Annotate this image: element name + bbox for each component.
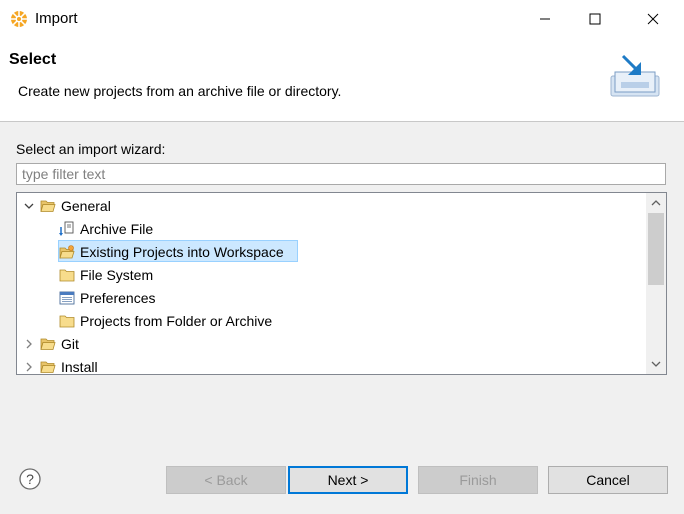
window-title: Import	[35, 10, 78, 27]
tree-item-file-system[interactable]: File System	[80, 264, 153, 286]
tree-item-projects-from-folder[interactable]: Projects from Folder or Archive	[80, 310, 272, 332]
tree-item-preferences[interactable]: Preferences	[80, 287, 155, 309]
wizard-banner: Select Create new projects from an archi…	[0, 38, 684, 122]
cancel-button[interactable]: Cancel	[548, 466, 668, 494]
page-title: Select	[9, 51, 57, 68]
page-description: Create new projects from an archive file…	[18, 83, 342, 99]
folder-icon	[59, 269, 75, 282]
tree-item-git[interactable]: Git	[61, 333, 79, 355]
eclipse-icon	[11, 11, 27, 27]
import-icon	[610, 54, 660, 97]
expand-git-toggle[interactable]	[22, 337, 36, 351]
close-button[interactable]	[628, 0, 678, 38]
tree-item-archive-file[interactable]: Archive File	[80, 218, 153, 240]
folder-open-icon	[40, 338, 56, 350]
chevron-up-icon	[651, 200, 661, 206]
tree-item-install[interactable]: Install	[61, 356, 98, 374]
chevron-right-icon	[26, 362, 32, 372]
folder-open-icon	[40, 200, 56, 212]
tree-item-general[interactable]: General	[61, 195, 111, 217]
chevron-down-icon	[24, 203, 34, 209]
minimize-icon	[540, 18, 550, 20]
back-button[interactable]: < Back	[166, 466, 286, 494]
tree-item-existing-projects[interactable]: Existing Projects into Workspace	[80, 241, 284, 263]
next-button[interactable]: Next >	[288, 466, 408, 494]
project-folder-icon	[59, 245, 75, 259]
tree-scrollbar[interactable]	[646, 193, 666, 374]
minimize-button[interactable]	[520, 0, 570, 38]
maximize-icon	[589, 13, 601, 25]
folder-icon	[59, 315, 75, 328]
scroll-thumb[interactable]	[648, 213, 664, 285]
expand-general-toggle[interactable]	[22, 199, 36, 213]
finish-button[interactable]: Finish	[418, 466, 538, 494]
expand-install-toggle[interactable]	[22, 360, 36, 374]
chevron-right-icon	[26, 339, 32, 349]
wizard-tree[interactable]: General Archive File Existing Projects i…	[16, 192, 667, 375]
maximize-button[interactable]	[570, 0, 620, 38]
svg-text:?: ?	[26, 471, 34, 487]
filter-input[interactable]	[16, 163, 666, 185]
scroll-down-button[interactable]	[646, 354, 666, 374]
chevron-down-icon	[651, 361, 661, 367]
folder-open-icon	[40, 361, 56, 373]
close-icon	[647, 13, 659, 25]
preferences-icon	[59, 291, 75, 305]
scroll-up-button[interactable]	[646, 193, 666, 213]
title-bar: Import	[0, 0, 684, 38]
archive-file-icon	[59, 221, 74, 236]
wizard-list-label: Select an import wizard:	[16, 141, 166, 157]
help-icon[interactable]: ?	[19, 468, 41, 490]
